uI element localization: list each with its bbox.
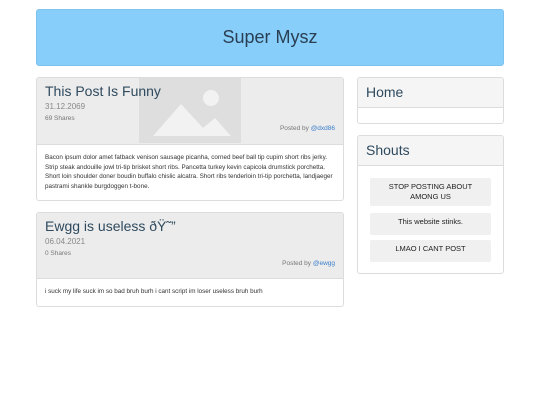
shouts-panel: Shouts STOP POSTING ABOUT AMONG US This …: [357, 135, 504, 274]
post-body: Bacon ipsum dolor amet fatback venison s…: [45, 154, 333, 190]
site-header: Super Mysz: [36, 9, 504, 66]
post-title[interactable]: Ewgg is useless ðŸ˜”: [37, 213, 343, 234]
post-header: Ewgg is useless ðŸ˜” 06.04.2021 0 Shares…: [37, 213, 343, 279]
post-title[interactable]: This Post Is Funny: [37, 78, 343, 99]
home-panel: Home: [357, 77, 504, 124]
post-card: This Post Is Funny 31.12.2069 69 Shares …: [36, 77, 344, 202]
post-author-link[interactable]: @ewgg: [313, 260, 335, 267]
post-header: This Post Is Funny 31.12.2069 69 Shares …: [37, 78, 343, 145]
post-shares: 0 Shares: [45, 250, 72, 257]
post-body: i suck my life suck im so bad bruh burh …: [45, 288, 263, 295]
shout-item: This website stinks.: [370, 213, 491, 235]
post-card: Ewgg is useless ðŸ˜” 06.04.2021 0 Shares…: [36, 212, 344, 307]
shout-item: STOP POSTING ABOUT AMONG US: [370, 178, 491, 206]
post-shares: 69 Shares: [45, 115, 75, 122]
post-date: 06.04.2021: [45, 237, 86, 246]
post-date: 31.12.2069: [45, 102, 86, 111]
shouts-heading: Shouts: [358, 136, 503, 166]
post-byline: Posted by @dxd86: [37, 122, 343, 136]
post-byline: Posted by @ewgg: [37, 257, 343, 271]
home-heading[interactable]: Home: [358, 78, 503, 108]
posted-by-label: Posted by: [282, 260, 312, 267]
posted-by-label: Posted by: [279, 125, 309, 132]
shout-item: LMAO I CANT POST: [370, 240, 491, 262]
post-author-link[interactable]: @dxd86: [311, 125, 335, 132]
site-title[interactable]: Super Mysz: [222, 27, 317, 48]
